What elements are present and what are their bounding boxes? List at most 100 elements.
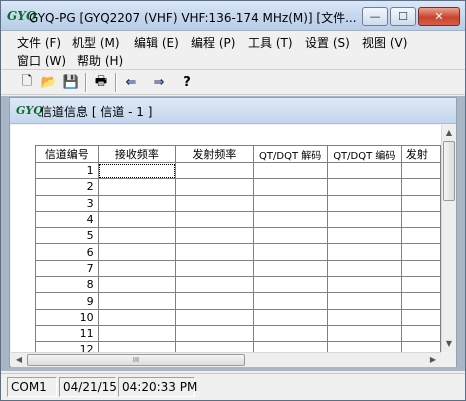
grid-cell[interactable] [326, 243, 402, 261]
maximize-button[interactable]: ☐ [390, 7, 416, 26]
grid-cell[interactable] [97, 178, 177, 196]
grid-cell[interactable] [252, 259, 328, 278]
grid-cell[interactable] [175, 276, 254, 294]
table-row: 9 [35, 292, 441, 310]
vertical-scrollbar[interactable]: ▲ ▼ [441, 125, 456, 352]
grid-cell[interactable] [175, 341, 254, 352]
mdi-client-area: GYQ 信道信息 [ 信道 - 1 ] 信道编号 接收频率 发射频率 QT/DQ… [1, 96, 465, 371]
column-header-tx-power[interactable]: 发射 [400, 145, 441, 163]
grid-cell[interactable] [326, 178, 402, 196]
grid-cell[interactable] [400, 324, 441, 343]
menu-model[interactable]: 机型 (M) [72, 34, 120, 51]
column-header-qt-decode[interactable]: QT/DQT 解码 [252, 145, 328, 163]
grid-cell[interactable] [400, 276, 441, 294]
channel-window-title: 信道信息 [ 信道 - 1 ] [40, 105, 153, 119]
column-header-channel-number[interactable]: 信道编号 [35, 145, 99, 163]
grid-cell[interactable] [175, 308, 254, 326]
grid-cell[interactable] [97, 276, 177, 294]
column-header-tx-frequency[interactable]: 发射频率 [175, 145, 254, 163]
grid-cell[interactable] [97, 324, 177, 343]
minimize-button[interactable]: — [362, 7, 388, 26]
write-to-radio-icon[interactable]: ⇒ [149, 73, 169, 92]
grid-cell[interactable] [175, 161, 254, 180]
grid-cell[interactable] [326, 227, 402, 245]
grid-cell[interactable] [252, 276, 328, 294]
grid-cell[interactable] [326, 308, 402, 326]
grid-cell[interactable] [175, 210, 254, 229]
grid-cell[interactable] [97, 227, 177, 245]
grid-cell[interactable] [400, 227, 441, 245]
title-bar[interactable]: GYQ GYQ-PG [GYQ2207 (VHF) VHF:136-174 MH… [1, 1, 465, 31]
grid-cell[interactable] [175, 194, 254, 212]
menu-help[interactable]: 帮助 (H) [77, 52, 123, 69]
grid-cell[interactable] [97, 243, 177, 261]
grid-cell[interactable] [326, 276, 402, 294]
scroll-up-icon[interactable]: ▲ [442, 125, 456, 141]
help-icon[interactable]: ? [177, 73, 197, 92]
grid-cell[interactable] [400, 243, 441, 261]
grid-cell[interactable] [175, 324, 254, 343]
column-header-rx-frequency[interactable]: 接收频率 [97, 145, 177, 163]
grid-cell[interactable] [400, 292, 441, 310]
menu-file[interactable]: 文件 (F) [17, 34, 61, 51]
grid-cell[interactable] [400, 259, 441, 278]
menu-window[interactable]: 窗口 (W) [17, 52, 66, 69]
grid-cell-selected[interactable] [97, 161, 177, 180]
channel-window-title-bar[interactable]: GYQ 信道信息 [ 信道 - 1 ] [10, 98, 456, 124]
grid-cell[interactable] [252, 308, 328, 326]
grid-cell[interactable] [400, 210, 441, 229]
grid-cell[interactable] [252, 243, 328, 261]
menu-edit[interactable]: 编辑 (E) [134, 34, 179, 51]
grid-cell[interactable] [326, 324, 402, 343]
menu-settings[interactable]: 设置 (S) [305, 34, 350, 51]
grid-cell[interactable] [175, 243, 254, 261]
grid-cell[interactable] [252, 161, 328, 180]
grid-cell[interactable] [252, 210, 328, 229]
grid-cell[interactable] [252, 194, 328, 212]
menu-tools[interactable]: 工具 (T) [248, 34, 293, 51]
grid-cell[interactable] [252, 178, 328, 196]
grid-cell[interactable] [97, 308, 177, 326]
grid-cell[interactable] [252, 324, 328, 343]
menu-view[interactable]: 视图 (V) [362, 34, 407, 51]
column-header-qt-encode[interactable]: QT/DQT 编码 [326, 145, 402, 163]
grid-cell[interactable] [175, 178, 254, 196]
grid-cell[interactable] [326, 292, 402, 310]
grid-cell[interactable] [97, 292, 177, 310]
grid-cell[interactable] [400, 194, 441, 212]
open-folder-icon[interactable]: 📂 [39, 73, 59, 92]
read-from-radio-icon[interactable]: ⇐ [121, 73, 141, 92]
grid-cell[interactable] [326, 161, 402, 180]
grid-cell[interactable] [175, 259, 254, 278]
grid-cell[interactable] [252, 341, 328, 352]
grid-cell[interactable] [97, 341, 177, 352]
grid-cell[interactable] [175, 292, 254, 310]
grid-cell[interactable] [326, 194, 402, 212]
horizontal-scrollbar[interactable]: ◀ III ▶ [11, 352, 441, 367]
new-file-icon[interactable]: 🗋 [17, 73, 37, 92]
scroll-left-icon[interactable]: ◀ [11, 353, 27, 367]
row-number: 9 [35, 292, 99, 310]
grid-cell[interactable] [400, 308, 441, 326]
grid-cell[interactable] [252, 292, 328, 310]
scroll-down-icon[interactable]: ▼ [442, 336, 456, 352]
close-button[interactable]: ✕ [418, 7, 460, 26]
grid-cell[interactable] [252, 227, 328, 245]
horizontal-scroll-thumb[interactable]: III [27, 354, 245, 366]
grid-cell[interactable] [400, 178, 441, 196]
grid-cell[interactable] [326, 341, 402, 352]
grid-cell[interactable] [400, 341, 441, 352]
grid-cell[interactable] [326, 259, 402, 278]
row-number: 4 [35, 210, 99, 229]
grid-cell[interactable] [97, 194, 177, 212]
grid-cell[interactable] [326, 210, 402, 229]
vertical-scroll-thumb[interactable] [443, 141, 455, 201]
menu-program[interactable]: 编程 (P) [191, 34, 235, 51]
scroll-right-icon[interactable]: ▶ [425, 353, 441, 367]
grid-cell[interactable] [400, 161, 441, 180]
grid-cell[interactable] [97, 210, 177, 229]
save-icon[interactable]: 💾 [61, 73, 81, 92]
grid-cell[interactable] [97, 259, 177, 278]
grid-cell[interactable] [175, 227, 254, 245]
print-icon[interactable]: 🖶 [91, 73, 111, 92]
